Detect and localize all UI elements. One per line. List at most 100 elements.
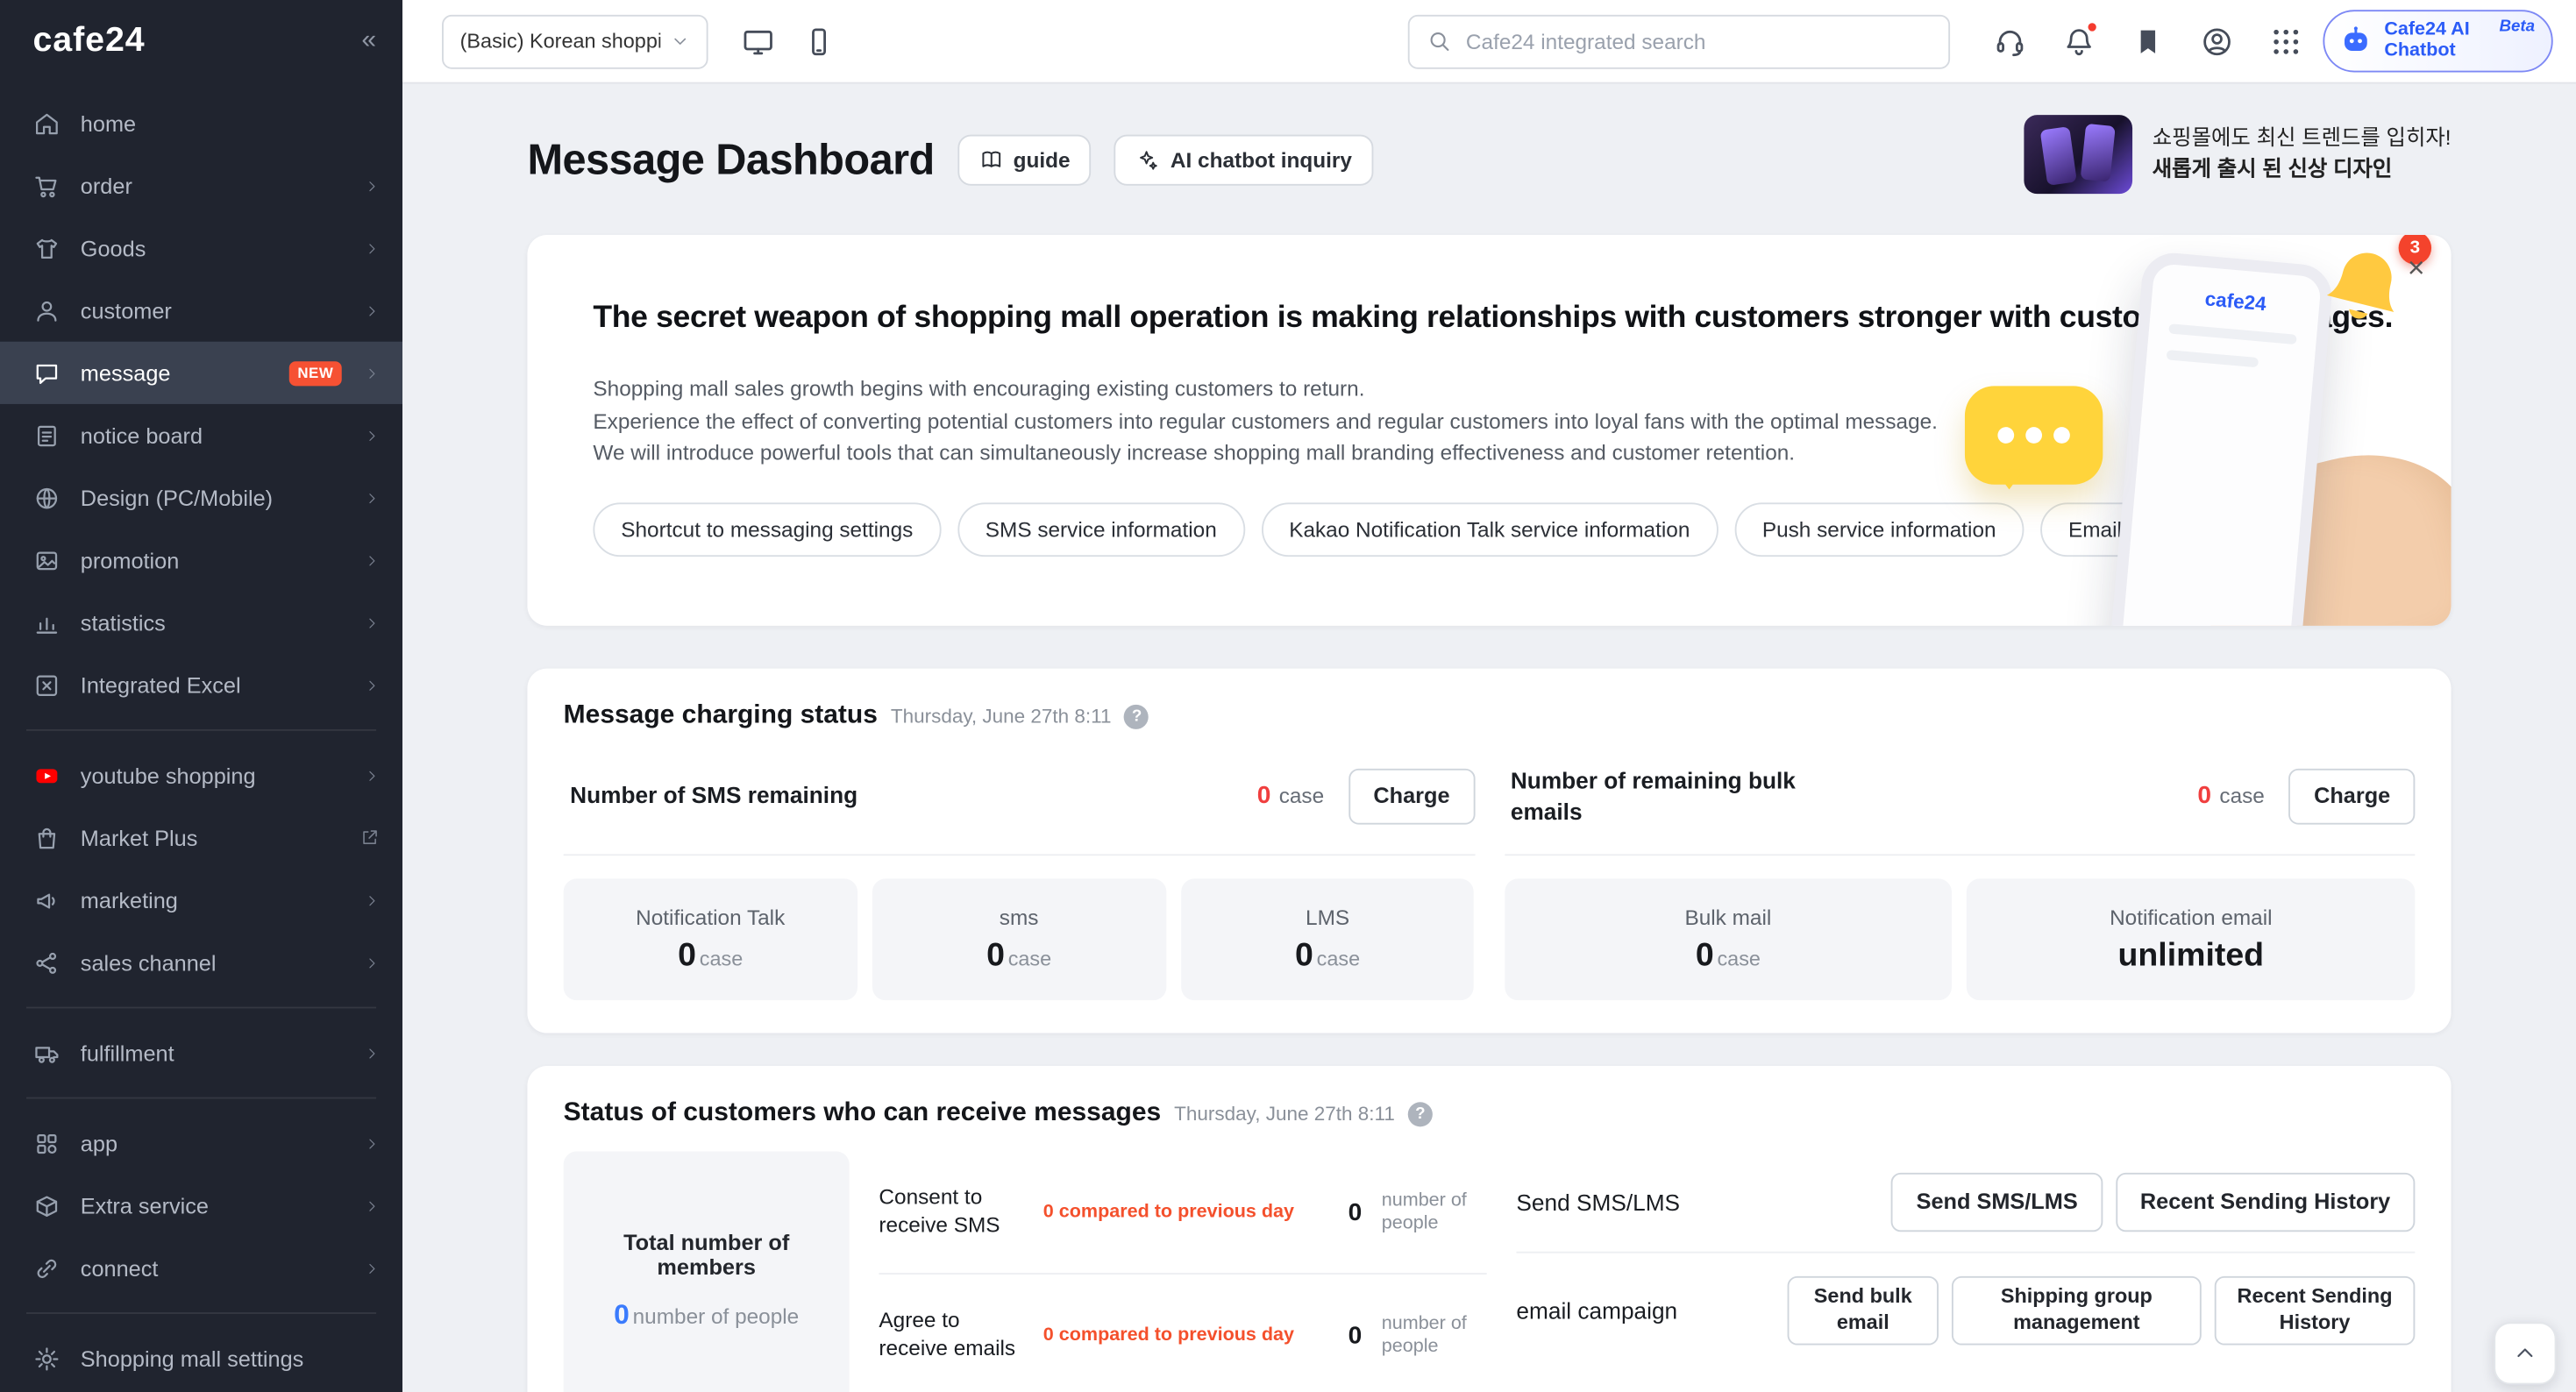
- hero-quick-links: Shortcut to messaging settings SMS servi…: [593, 501, 2385, 556]
- promo-banner[interactable]: 쇼핑몰에도 최신 트렌드를 입히자! 새롭게 출시 된 신상 디자인: [2025, 115, 2451, 194]
- chevron-right-icon: [365, 428, 380, 443]
- kakao-notification-talk-info-button[interactable]: Kakao Notification Talk service informat…: [1261, 501, 1718, 556]
- promo-line2: 새롭게 출시 된 신상 디자인: [2153, 156, 2393, 181]
- mobile-icon[interactable]: [801, 24, 836, 58]
- sidebar-item-home[interactable]: home: [0, 92, 402, 154]
- send-sms-lms-button[interactable]: Send SMS/LMS: [1891, 1172, 2102, 1231]
- cafe24-logo[interactable]: cafe24: [32, 21, 145, 60]
- sms-remaining-unit: case: [1279, 784, 1324, 808]
- megaphone-icon: [32, 886, 60, 914]
- topbar: (Basic) Korean shoppin...: [402, 0, 2576, 82]
- sidebar-item-label: statistics: [81, 610, 345, 635]
- sidebar-item-label: sales channel: [81, 950, 345, 975]
- guide-button[interactable]: guide: [957, 135, 1092, 186]
- bulk-email-column: Number of remaining bulk emails 0 case C…: [1504, 737, 2415, 1000]
- recent-sending-history-button[interactable]: Recent Sending History: [2116, 1172, 2416, 1231]
- total-members-box: Total number of members 0 number of peop…: [564, 1151, 850, 1392]
- sms-service-info-button[interactable]: SMS service information: [957, 501, 1245, 556]
- app-grid-icon: [32, 1129, 60, 1157]
- external-link-icon: [359, 827, 379, 847]
- email-consent-unit: number of people: [1382, 1311, 1487, 1359]
- ai-chatbot-button[interactable]: Cafe24 AI Chatbot Beta: [2323, 10, 2553, 72]
- sidebar-item-message[interactable]: message NEW: [0, 342, 402, 404]
- stat-bulk-mail: Bulk mail 0case: [1504, 878, 1952, 1000]
- sidebar-item-sales-channel[interactable]: sales channel: [0, 931, 402, 993]
- sidebar-item-notice-board[interactable]: notice board: [0, 404, 402, 466]
- sidebar-item-shopping-mall-settings[interactable]: Shopping mall settings: [0, 1327, 402, 1389]
- stat-label: sms: [1000, 904, 1039, 928]
- sidebar-item-label: youtube shopping: [81, 763, 345, 787]
- bulk-email-row: Number of remaining bulk emails 0 case C…: [1504, 737, 2415, 856]
- sidebar-item-connect[interactable]: connect: [0, 1237, 402, 1299]
- sms-consent-count: 0: [1348, 1198, 1363, 1226]
- search-input[interactable]: [1466, 29, 1932, 53]
- apps-grid-icon[interactable]: [2269, 24, 2303, 58]
- stat-unit: case: [1317, 947, 1360, 969]
- document-icon: [32, 422, 60, 450]
- sidebar-item-app[interactable]: app: [0, 1111, 402, 1174]
- stat-label: Notification email: [2110, 904, 2272, 928]
- sidebar-collapse-icon[interactable]: «: [361, 26, 376, 56]
- bulk-email-label: Number of remaining bulk emails: [1511, 764, 1823, 827]
- recent-sending-history-button[interactable]: Recent Sending History: [2215, 1277, 2416, 1345]
- close-icon[interactable]: ×: [2408, 252, 2425, 286]
- help-icon[interactable]: ?: [1408, 1101, 1433, 1126]
- cart-icon: [32, 172, 60, 200]
- sidebar-item-label: marketing: [81, 888, 345, 913]
- stat-unit: case: [1717, 947, 1760, 969]
- sms-consent-delta: 0 compared to previous day: [1043, 1203, 1339, 1222]
- sidebar-item-marketing[interactable]: marketing: [0, 869, 402, 931]
- sms-consent-unit: number of people: [1382, 1189, 1487, 1236]
- monitor-icon[interactable]: [741, 24, 775, 58]
- sidebar-item-integrated-excel[interactable]: Integrated Excel: [0, 654, 402, 716]
- sidebar-item-youtube-shopping[interactable]: youtube shopping: [0, 744, 402, 806]
- sidebar-item-fulfillment[interactable]: fulfillment: [0, 1021, 402, 1083]
- sidebar-item-market-plus[interactable]: Market Plus: [0, 806, 402, 869]
- sidebar-item-design[interactable]: Design (PC/Mobile): [0, 466, 402, 529]
- hero-line: Experience the effect of converting pote…: [593, 405, 2385, 437]
- scroll-to-top-button[interactable]: [2494, 1322, 2556, 1384]
- bulk-email-charge-button[interactable]: Charge: [2289, 768, 2415, 824]
- shipping-group-management-button[interactable]: Shipping group management: [1952, 1277, 2202, 1345]
- stat-value: unlimited: [2118, 937, 2265, 975]
- sidebar-item-promotion[interactable]: promotion: [0, 529, 402, 591]
- link-icon: [32, 1254, 60, 1282]
- hero-line: We will introduce powerful tools that ca…: [593, 437, 2385, 469]
- sidebar-item-goods[interactable]: Goods: [0, 217, 402, 279]
- sms-consent-label: Consent to receive SMS: [879, 1184, 1033, 1239]
- mall-selector[interactable]: (Basic) Korean shoppin...: [442, 14, 708, 68]
- sidebar-item-statistics[interactable]: statistics: [0, 592, 402, 654]
- notification-bell[interactable]: [2062, 24, 2096, 58]
- guide-button-label: guide: [1014, 148, 1071, 173]
- headset-icon[interactable]: [1993, 24, 2027, 58]
- sms-stats-row: Notification Talk 0case sms 0case LMS 0c…: [564, 878, 1475, 1000]
- charging-grid: Number of SMS remaining 0 case Charge No…: [564, 737, 2416, 1000]
- send-bulk-email-button[interactable]: Send bulk email: [1788, 1277, 1939, 1345]
- chevron-right-icon: [365, 768, 380, 783]
- search-icon: [1427, 28, 1453, 54]
- person-icon: [32, 296, 60, 324]
- share-icon: [32, 948, 60, 977]
- email-service-info-button[interactable]: Email service information: [2040, 501, 2335, 556]
- sidebar-item-extra-service[interactable]: Extra service: [0, 1175, 402, 1237]
- bookmark-icon[interactable]: [2131, 24, 2166, 58]
- sidebar-item-customer[interactable]: customer: [0, 280, 402, 342]
- truck-icon: [32, 1039, 60, 1067]
- chevron-right-icon: [365, 1046, 380, 1061]
- email-consent-row: Agree to receive emails 0 compared to pr…: [879, 1275, 1486, 1392]
- sms-charge-button[interactable]: Charge: [1348, 768, 1474, 824]
- account-icon[interactable]: [2200, 24, 2234, 58]
- ai-chatbot-inquiry-button[interactable]: AI chatbot inquiry: [1114, 135, 1373, 186]
- chevron-right-icon: [365, 678, 380, 692]
- messaging-settings-shortcut-button[interactable]: Shortcut to messaging settings: [593, 501, 941, 556]
- chevron-right-icon: [365, 366, 380, 380]
- sms-remaining-value: 0 case Charge: [1257, 768, 1475, 824]
- message-charging-status-card: Message charging status Thursday, June 2…: [527, 669, 2451, 1033]
- bag-icon: [32, 824, 60, 852]
- total-members-label: Total number of members: [580, 1230, 833, 1279]
- bulk-email-value: 0 case Charge: [2197, 768, 2415, 824]
- sidebar-item-order[interactable]: order: [0, 154, 402, 217]
- push-service-info-button[interactable]: Push service information: [1734, 501, 2024, 556]
- promo-banner-image: [2025, 115, 2133, 194]
- help-icon[interactable]: ?: [1125, 704, 1149, 728]
